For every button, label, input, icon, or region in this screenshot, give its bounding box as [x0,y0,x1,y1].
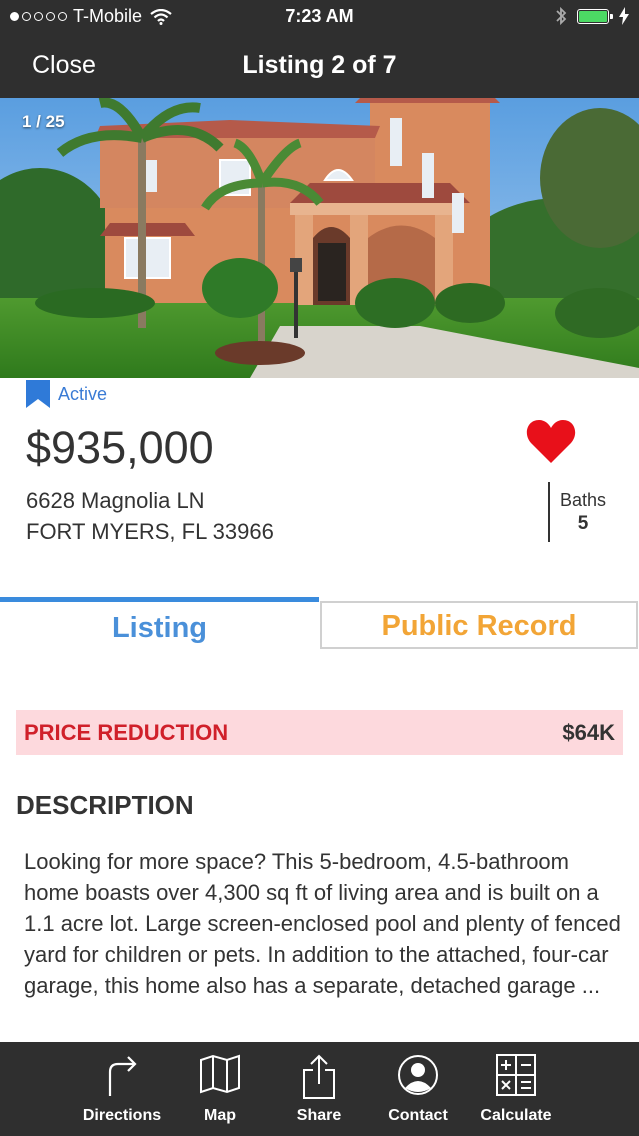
calculate-button[interactable]: Calculate [466,1042,566,1136]
map-icon [200,1054,240,1094]
tab-public-record[interactable]: Public Record [320,601,638,649]
directions-icon [108,1056,137,1096]
bluetooth-icon [556,6,567,26]
contact-icon [398,1055,438,1095]
navigation-bar: Close Listing 2 of 7 [0,34,639,98]
toolbar-label: Map [204,1107,236,1124]
close-button[interactable]: Close [32,51,96,80]
status-bar: T-Mobile 7:23 AM [0,0,639,34]
baths-stat: Baths 5 [548,482,606,542]
share-button[interactable]: Share [269,1042,369,1136]
price-reduction-amount: $64K [562,720,615,745]
price-reduction-label: PRICE REDUCTION [24,720,229,745]
tab-bar: Listing Public Record [0,597,639,651]
address-street: 6628 Magnolia LN [26,488,205,513]
bookmark-icon [26,380,50,408]
baths-label: Baths [560,490,607,510]
share-icon [303,1054,335,1099]
baths-value: 5 [577,513,589,534]
bottom-toolbar: Directions Map Share Contact Calculate [0,1042,639,1136]
house-photo-image [0,98,639,378]
toolbar-label: Directions [82,1107,162,1124]
charging-bolt-icon [619,7,629,25]
map-button[interactable]: Map [170,1042,270,1136]
description-heading: DESCRIPTION [16,790,194,820]
clock: 7:23 AM [285,6,354,26]
toolbar-label: Calculate [480,1107,552,1124]
toolbar-label: Share [296,1107,342,1124]
listing-price: $935,000 [26,422,214,473]
directions-button[interactable]: Directions [72,1042,172,1136]
contact-button[interactable]: Contact [368,1042,468,1136]
photo-counter: 1 / 25 [22,112,65,131]
favorite-heart-icon[interactable] [526,418,576,464]
listing-photo[interactable]: 1 / 25 [0,98,639,378]
status-label: Active [58,383,108,404]
listing-status: Active [26,380,107,408]
toolbar-label: Contact [388,1107,448,1124]
calculator-icon [496,1054,536,1096]
battery-icon [577,8,613,24]
description-text: Looking for more space? This 5-bedroom, … [24,849,621,998]
tab-listing[interactable]: Listing [0,597,319,651]
address-city: FORT MYERS, FL 33966 [26,519,274,544]
price-reduction-banner: PRICE REDUCTION $64K [16,710,623,755]
